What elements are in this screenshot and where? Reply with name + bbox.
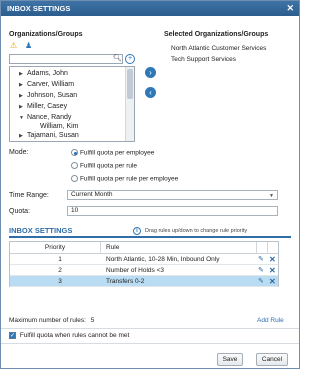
quota-input[interactable]: 10 [67, 206, 278, 216]
selected-panel-label: Selected Organizations/Groups [164, 31, 269, 38]
divider [1, 343, 299, 344]
info-icon: i [133, 227, 141, 235]
column-divider [267, 242, 268, 253]
selected-item[interactable]: Tech Support Services [171, 56, 236, 63]
org-panel-label: Organizations/Groups [9, 31, 83, 38]
add-selected-button[interactable]: › [145, 67, 156, 78]
column-header-priority: Priority [44, 244, 66, 251]
org-search-input[interactable] [9, 54, 123, 64]
rule-text: Transfers 0-2 [106, 278, 145, 285]
table-row[interactable]: 2 Number of Holds <3 ✎ ✕ [10, 265, 278, 276]
cancel-button[interactable]: Cancel [256, 353, 288, 366]
edit-pencil-icon[interactable]: ✎ [258, 276, 264, 286]
mode-option-per-rule[interactable]: Fulfill quota per rule [71, 162, 137, 169]
section-title: INBOX SETTINGS [9, 226, 73, 235]
dialog-title-bar: INBOX SETTINGS ✕ [1, 1, 299, 16]
dialog-title: INBOX SETTINGS [7, 4, 71, 13]
chevron-down-icon: ▼ [269, 193, 274, 199]
remove-selected-button[interactable]: ‹ [145, 87, 156, 98]
max-rules-label: Maximum number of rules: [9, 317, 86, 324]
edit-pencil-icon[interactable]: ✎ [258, 265, 264, 275]
rules-table: Priority Rule 1 North Atlantic, 10-28 Mi… [9, 241, 279, 287]
table-row-selected[interactable]: 3 Transfers 0-2 ✎ ✕ [10, 276, 278, 287]
divider [1, 328, 299, 329]
radio-button[interactable] [71, 175, 78, 182]
table-header: Priority Rule [10, 242, 278, 254]
tree-item[interactable]: ▶ Carver, William [19, 79, 74, 90]
rule-priority: 2 [58, 267, 62, 274]
time-range-select[interactable]: Current Month ▼ [67, 190, 278, 200]
time-range-label: Time Range: [9, 192, 49, 199]
mode-option-per-employee[interactable]: Fulfill quota per employee [71, 149, 154, 156]
delete-x-icon[interactable]: ✕ [269, 276, 276, 286]
save-button[interactable]: Save [217, 353, 243, 366]
rule-text: Number of Holds <3 [106, 267, 164, 274]
close-icon[interactable]: ✕ [286, 1, 294, 16]
tree-scrollbar[interactable] [125, 67, 134, 141]
rule-priority: 3 [58, 278, 62, 285]
mode-option-per-rule-per-employee[interactable]: Fulfill quota per rule per employee [71, 175, 178, 182]
max-rules-value: 5 [90, 317, 95, 324]
mode-label: Mode: [9, 149, 29, 156]
add-rule-link[interactable]: Add Rule [257, 317, 284, 324]
radio-button[interactable] [71, 162, 78, 169]
rule-text: North Atlantic, 10-28 Min, Inbound Only [106, 256, 220, 263]
delete-x-icon[interactable]: ✕ [269, 265, 276, 275]
tree-item[interactable]: ▶ Tajamani, Susan [19, 130, 79, 141]
column-header-rule: Rule [106, 244, 120, 251]
radio-button[interactable] [71, 149, 78, 156]
edit-pencil-icon[interactable]: ✎ [258, 254, 264, 264]
quota-label: Quota: [9, 208, 31, 215]
tree-item[interactable]: ▶ Adams, John [19, 68, 68, 79]
checkbox-checked-icon[interactable]: ✓ [9, 332, 16, 339]
column-divider [100, 242, 101, 253]
scroll-thumb[interactable] [127, 69, 133, 99]
user-group-icon[interactable]: ♟ [25, 41, 32, 50]
expand-arrow-icon[interactable]: ▼ [19, 113, 27, 124]
inbox-settings-dialog: INBOX SETTINGS ✕ Organizations/Groups ⚠ … [0, 0, 300, 369]
column-divider [256, 242, 257, 253]
search-icon[interactable]: 🔍︎ [113, 54, 122, 62]
tree-item[interactable]: ▶ Miller, Casey [19, 101, 67, 112]
selected-item[interactable]: North Atlantic Customer Services [171, 45, 266, 52]
rule-priority: 1 [58, 256, 62, 263]
table-row[interactable]: 1 North Atlantic, 10-28 Min, Inbound Onl… [10, 254, 278, 265]
fulfill-quota-checkbox[interactable]: ✓ Fulfill quota when rules cannot be met [9, 332, 129, 339]
expand-arrow-icon[interactable]: ▶ [19, 131, 27, 141]
org-tree[interactable]: ▶ Adams, John ▶ Carver, William ▶ Johnson, … [9, 66, 135, 142]
tree-item[interactable]: ▶ Johnson, Susan [19, 90, 77, 101]
priority-hint: Drag rules up/down to change rule priori… [145, 228, 248, 234]
warning-icon[interactable]: ⚠ [10, 41, 17, 50]
delete-x-icon[interactable]: ✕ [269, 254, 276, 264]
max-rules: Maximum number of rules: 5 [9, 317, 94, 324]
add-circle-icon[interactable]: + [125, 54, 135, 64]
